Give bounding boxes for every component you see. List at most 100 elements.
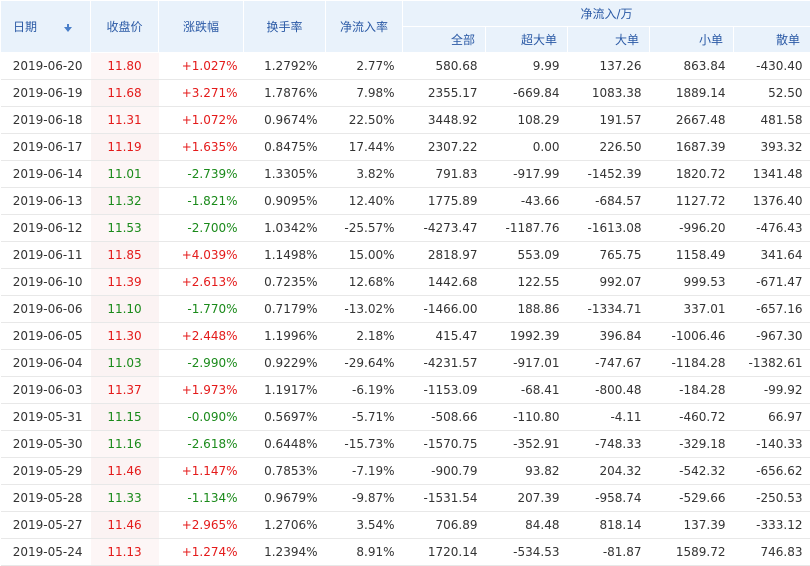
header-close[interactable]: 收盘价 — [91, 1, 159, 53]
cell-small: 999.53 — [650, 269, 734, 296]
cell-change: +2.965% — [159, 512, 244, 539]
cell-net-inflow-rate: 22.50% — [326, 107, 403, 134]
cell-retail: -476.43 — [734, 215, 810, 242]
cell-turnover: 0.9679% — [244, 485, 326, 512]
cell-retail: -333.12 — [734, 512, 810, 539]
cell-date: 2019-06-03 — [1, 377, 91, 404]
cell-retail: 481.58 — [734, 107, 810, 134]
cell-retail: 1376.40 — [734, 188, 810, 215]
header-super-large-label: 超大单 — [521, 33, 557, 47]
cell-retail: -671.47 — [734, 269, 810, 296]
cell-turnover: 0.8475% — [244, 134, 326, 161]
header-date[interactable]: 日期 — [1, 1, 91, 53]
header-total[interactable]: 全部 — [403, 27, 486, 53]
cell-small: 1687.39 — [650, 134, 734, 161]
cell-change: +1.147% — [159, 458, 244, 485]
cell-turnover: 0.6448% — [244, 431, 326, 458]
table-row: 2019-05-2711.46+2.965%1.2706%3.54%706.89… — [1, 512, 810, 539]
header-net-inflow-rate[interactable]: 净流入率 — [326, 1, 403, 53]
cell-total: 791.83 — [403, 161, 486, 188]
cell-large: -1452.39 — [568, 161, 650, 188]
cell-retail: -967.30 — [734, 323, 810, 350]
cell-net-inflow-rate: 8.91% — [326, 539, 403, 566]
cell-close: 11.46 — [91, 512, 159, 539]
cell-large: -800.48 — [568, 377, 650, 404]
table-row: 2019-06-0311.37+1.973%1.1917%-6.19%-1153… — [1, 377, 810, 404]
table-row: 2019-05-2911.46+1.147%0.7853%-7.19%-900.… — [1, 458, 810, 485]
table-row: 2019-06-1911.68+3.271%1.7876%7.98%2355.1… — [1, 80, 810, 107]
table-row: 2019-05-2811.33-1.134%0.9679%-9.87%-1531… — [1, 485, 810, 512]
cell-net-inflow-rate: -15.73% — [326, 431, 403, 458]
cell-change: -1.770% — [159, 296, 244, 323]
cell-close: 11.15 — [91, 404, 159, 431]
cell-close: 11.37 — [91, 377, 159, 404]
cell-change: +1.973% — [159, 377, 244, 404]
header-turnover-label: 换手率 — [266, 20, 302, 34]
cell-super-large: -534.53 — [486, 539, 568, 566]
table-row: 2019-06-1311.32-1.821%0.9095%12.40%1775.… — [1, 188, 810, 215]
header-retail[interactable]: 散单 — [734, 27, 810, 53]
cell-super-large: 1992.39 — [486, 323, 568, 350]
sort-arrow-down-icon[interactable] — [63, 23, 73, 33]
cell-large: -958.74 — [568, 485, 650, 512]
cell-large: 204.32 — [568, 458, 650, 485]
header-change-label: 涨跌幅 — [183, 20, 219, 34]
cell-total: 2355.17 — [403, 80, 486, 107]
cell-large: -684.57 — [568, 188, 650, 215]
header-total-label: 全部 — [451, 33, 475, 47]
cell-date: 2019-06-19 — [1, 80, 91, 107]
cell-net-inflow-rate: 3.82% — [326, 161, 403, 188]
cell-close: 11.85 — [91, 242, 159, 269]
cell-turnover: 1.1917% — [244, 377, 326, 404]
header-change[interactable]: 涨跌幅 — [159, 1, 244, 53]
cell-close: 11.16 — [91, 431, 159, 458]
cell-small: -329.18 — [650, 431, 734, 458]
cell-retail: -656.62 — [734, 458, 810, 485]
cell-date: 2019-06-04 — [1, 350, 91, 377]
cell-close: 11.33 — [91, 485, 159, 512]
cell-close: 11.53 — [91, 215, 159, 242]
cell-change: -1.821% — [159, 188, 244, 215]
cell-large: -4.11 — [568, 404, 650, 431]
table-row: 2019-06-1111.85+4.039%1.1498%15.00%2818.… — [1, 242, 810, 269]
cell-total: -508.66 — [403, 404, 486, 431]
cell-total: -900.79 — [403, 458, 486, 485]
cell-retail: 393.32 — [734, 134, 810, 161]
cell-turnover: 0.9229% — [244, 350, 326, 377]
cell-turnover: 1.7876% — [244, 80, 326, 107]
header-large-label: 大单 — [615, 33, 639, 47]
cell-large: -1334.71 — [568, 296, 650, 323]
cell-total: -4273.47 — [403, 215, 486, 242]
cell-retail: -657.16 — [734, 296, 810, 323]
cell-small: 337.01 — [650, 296, 734, 323]
cell-small: 137.39 — [650, 512, 734, 539]
cell-change: -2.739% — [159, 161, 244, 188]
cell-date: 2019-05-27 — [1, 512, 91, 539]
cell-total: -1570.75 — [403, 431, 486, 458]
cell-net-inflow-rate: -6.19% — [326, 377, 403, 404]
cell-date: 2019-06-20 — [1, 53, 91, 80]
cell-retail: 746.83 — [734, 539, 810, 566]
header-small[interactable]: 小单 — [650, 27, 734, 53]
table-header: 日期 收盘价 涨跌幅 换手率 净流入率 净流入/万 全部 超大单 — [1, 1, 810, 53]
cell-change: -2.990% — [159, 350, 244, 377]
cell-total: 2307.22 — [403, 134, 486, 161]
cell-close: 11.39 — [91, 269, 159, 296]
cell-turnover: 0.5697% — [244, 404, 326, 431]
header-super-large[interactable]: 超大单 — [486, 27, 568, 53]
cell-small: 863.84 — [650, 53, 734, 80]
cell-total: -1466.00 — [403, 296, 486, 323]
table-row: 2019-06-1711.19+1.635%0.8475%17.44%2307.… — [1, 134, 810, 161]
cell-close: 11.10 — [91, 296, 159, 323]
cell-large: 137.26 — [568, 53, 650, 80]
table-row: 2019-05-3011.16-2.618%0.6448%-15.73%-157… — [1, 431, 810, 458]
cell-net-inflow-rate: -25.57% — [326, 215, 403, 242]
header-small-label: 小单 — [699, 33, 723, 47]
cell-change: +3.271% — [159, 80, 244, 107]
cell-date: 2019-06-06 — [1, 296, 91, 323]
header-turnover[interactable]: 换手率 — [244, 1, 326, 53]
cell-net-inflow-rate: 3.54% — [326, 512, 403, 539]
cell-net-inflow-rate: -29.64% — [326, 350, 403, 377]
header-large[interactable]: 大单 — [568, 27, 650, 53]
cell-turnover: 1.3305% — [244, 161, 326, 188]
